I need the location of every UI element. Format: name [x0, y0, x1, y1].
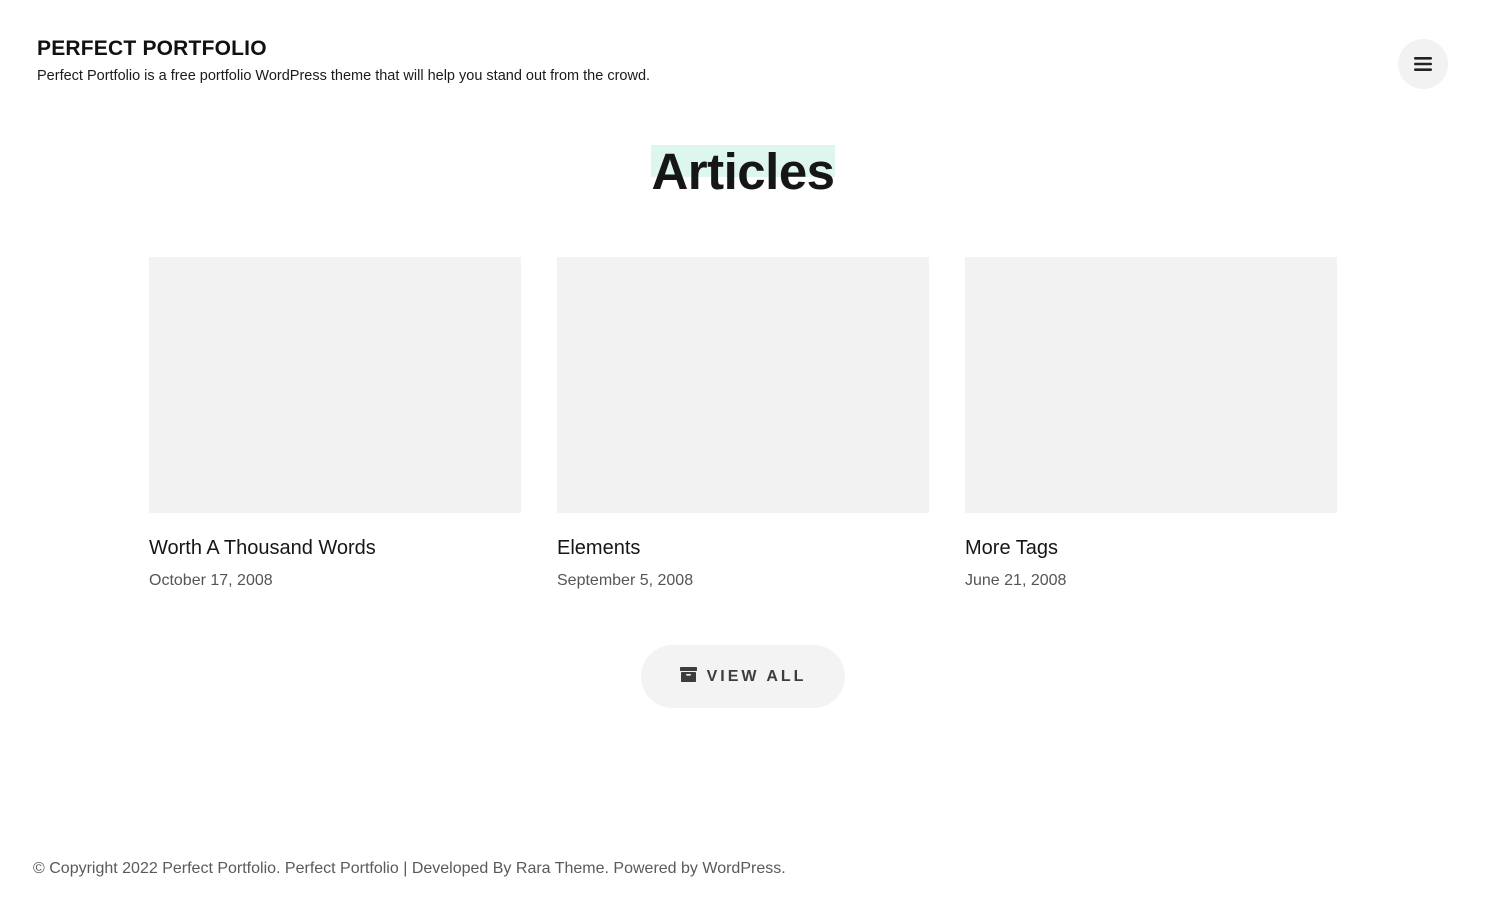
- article-thumbnail[interactable]: [149, 257, 521, 513]
- copyright-text: © Copyright 2022 Perfect Portfolio.: [33, 860, 281, 877]
- article-card: Worth A Thousand Words October 17, 2008: [149, 257, 521, 592]
- article-card: Elements September 5, 2008: [557, 257, 929, 592]
- articles-header: Articles: [0, 140, 1486, 204]
- view-all-button[interactable]: VIEW ALL: [641, 645, 845, 708]
- section-title-text: Articles: [651, 143, 835, 200]
- powered-by-text: Powered by: [613, 860, 698, 877]
- platform-link[interactable]: WordPress.: [702, 860, 785, 877]
- article-title[interactable]: Worth A Thousand Words: [149, 534, 521, 562]
- site-tagline: Perfect Portfolio is a free portfolio Wo…: [37, 68, 651, 84]
- view-all-label: VIEW ALL: [706, 667, 807, 685]
- section-title: Articles: [651, 140, 835, 204]
- footer-separator: |: [403, 860, 408, 877]
- hamburger-menu-icon: [1413, 56, 1433, 72]
- theme-link[interactable]: Perfect Portfolio: [285, 860, 399, 877]
- archive-icon: [679, 666, 697, 687]
- page: PERFECT PORTFOLIO Perfect Portfolio is a…: [0, 0, 1500, 912]
- developer-link[interactable]: Rara Theme.: [516, 860, 609, 877]
- developed-by-text: Developed By: [411, 860, 512, 877]
- article-date[interactable]: September 5, 2008: [557, 570, 929, 592]
- article-date[interactable]: June 21, 2008: [965, 570, 1337, 592]
- article-thumbnail[interactable]: [965, 257, 1337, 513]
- article-date[interactable]: October 17, 2008: [149, 570, 521, 592]
- article-card: More Tags June 21, 2008: [965, 257, 1337, 592]
- site-title[interactable]: PERFECT PORTFOLIO: [37, 37, 267, 61]
- article-thumbnail[interactable]: [557, 257, 929, 513]
- footer-credits: © Copyright 2022 Perfect Portfolio. Perf…: [33, 860, 786, 878]
- menu-button[interactable]: [1398, 39, 1448, 89]
- article-title[interactable]: Elements: [557, 534, 929, 562]
- article-title[interactable]: More Tags: [965, 534, 1337, 562]
